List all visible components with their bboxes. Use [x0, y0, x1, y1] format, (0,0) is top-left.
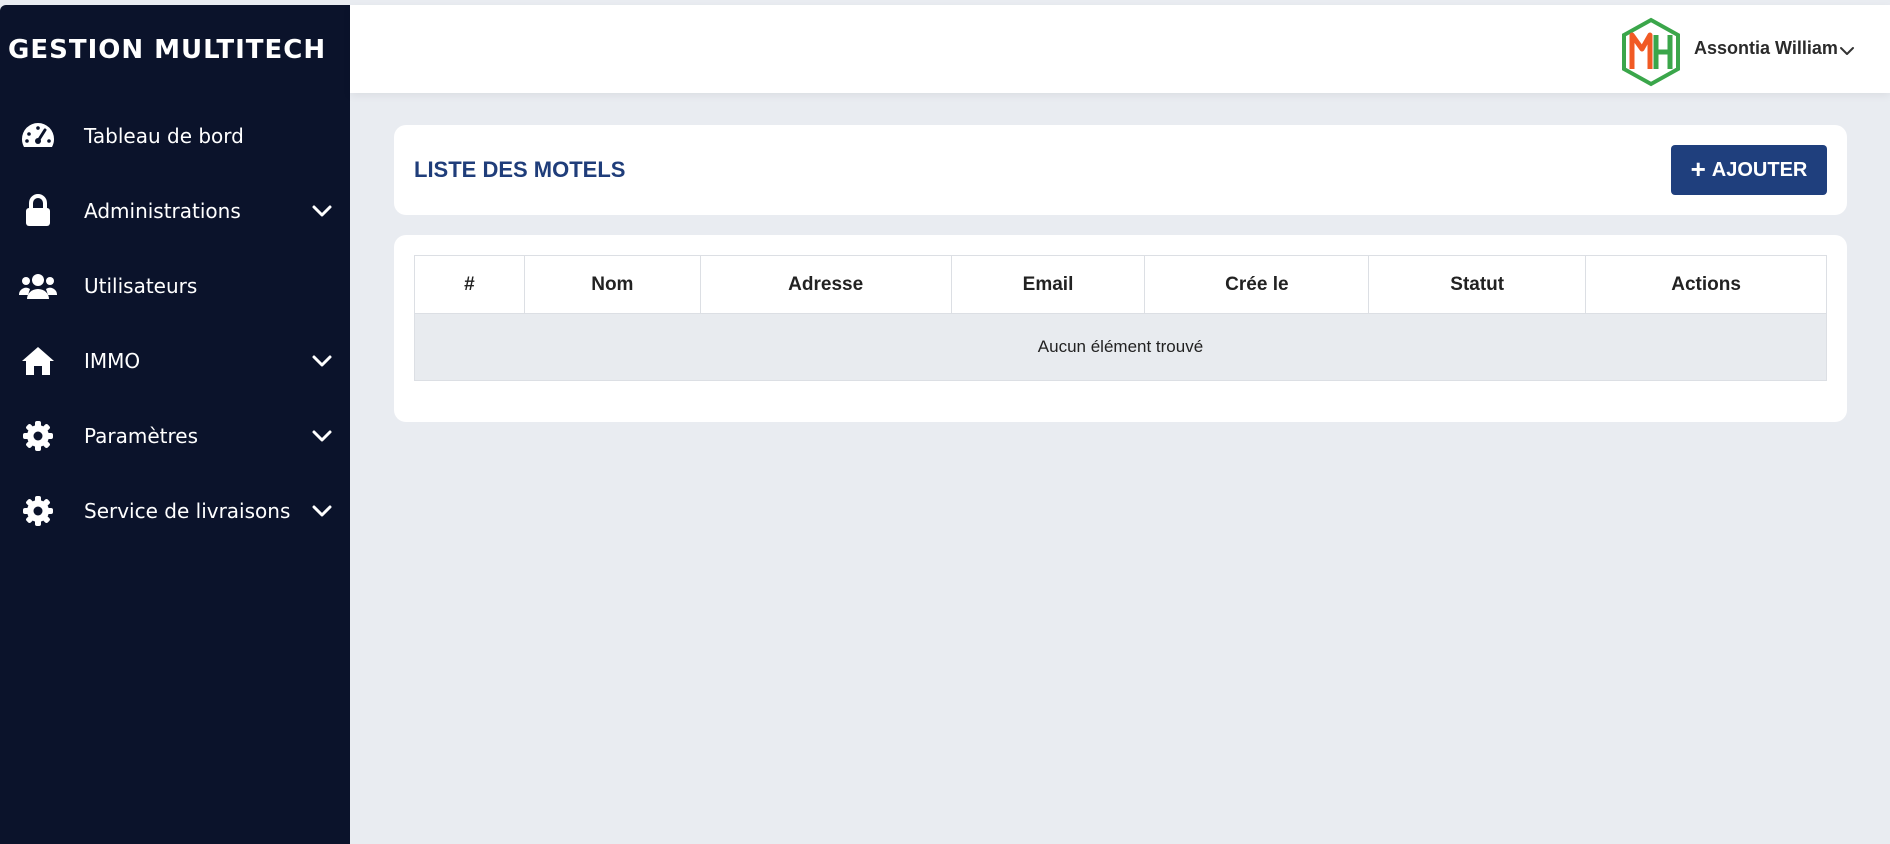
- sidebar-item-utilisateurs[interactable]: Utilisateurs: [0, 248, 350, 323]
- chevron-down-icon[interactable]: [1839, 43, 1855, 55]
- lock-icon: [19, 193, 57, 229]
- sidebar-item-administrations[interactable]: Administrations: [0, 173, 350, 248]
- gear-icon: [19, 418, 57, 454]
- sidebar-nav: Tableau de bord Administrations Utilisat…: [0, 98, 350, 548]
- users-icon: [19, 268, 57, 304]
- table-row: Aucun élément trouvé: [414, 313, 1827, 381]
- chevron-down-icon: [311, 504, 333, 518]
- sidebar-item-label: Utilisateurs: [84, 273, 198, 298]
- column-header-statut[interactable]: Statut: [1368, 255, 1587, 314]
- column-header-nom[interactable]: Nom: [523, 255, 701, 314]
- sidebar-item-label: Tableau de bord: [84, 123, 244, 148]
- motels-table: # Nom Adresse Email Crée le Statut Actio…: [414, 255, 1827, 381]
- table-card: # Nom Adresse Email Crée le Statut Actio…: [394, 235, 1847, 422]
- dashboard-gauge-icon: [19, 118, 57, 154]
- plus-icon: +: [1690, 154, 1706, 184]
- column-header-cree-le[interactable]: Crée le: [1144, 255, 1370, 314]
- chevron-down-icon: [311, 429, 333, 443]
- home-icon: [19, 343, 57, 379]
- add-button[interactable]: + AJOUTER: [1671, 145, 1827, 195]
- column-header-index[interactable]: #: [414, 255, 525, 314]
- sidebar-item-tableau-de-bord[interactable]: Tableau de bord: [0, 98, 350, 173]
- sidebar-item-label: IMMO: [84, 348, 141, 373]
- sidebar-item-parametres[interactable]: Paramètres: [0, 398, 350, 473]
- chevron-down-icon: [311, 204, 333, 218]
- brand-title: GESTION MULTITECH: [8, 35, 327, 65]
- sidebar-item-label: Service de livraisons: [84, 498, 291, 523]
- page-title: LISTE DES MOTELS: [414, 157, 626, 182]
- user-name[interactable]: Assontia William: [1694, 38, 1838, 59]
- sidebar: GESTION MULTITECH Tableau de bord Admini…: [0, 5, 350, 844]
- column-header-email[interactable]: Email: [950, 255, 1146, 314]
- sidebar-item-label: Paramètres: [84, 423, 199, 448]
- add-button-label: AJOUTER: [1711, 158, 1808, 181]
- company-logo: [1620, 17, 1682, 87]
- sidebar-item-label: Administrations: [84, 198, 241, 223]
- column-header-adresse[interactable]: Adresse: [699, 255, 952, 314]
- column-header-actions: Actions: [1585, 255, 1827, 314]
- gear-icon: [19, 493, 57, 529]
- sidebar-item-immo[interactable]: IMMO: [0, 323, 350, 398]
- chevron-down-icon: [311, 354, 333, 368]
- page-header-card: LISTE DES MOTELS + AJOUTER: [394, 125, 1847, 215]
- table-header-row: # Nom Adresse Email Crée le Statut Actio…: [414, 255, 1827, 314]
- empty-table-message: Aucun élément trouvé: [414, 313, 1827, 381]
- sidebar-item-service-de-livraisons[interactable]: Service de livraisons: [0, 473, 350, 548]
